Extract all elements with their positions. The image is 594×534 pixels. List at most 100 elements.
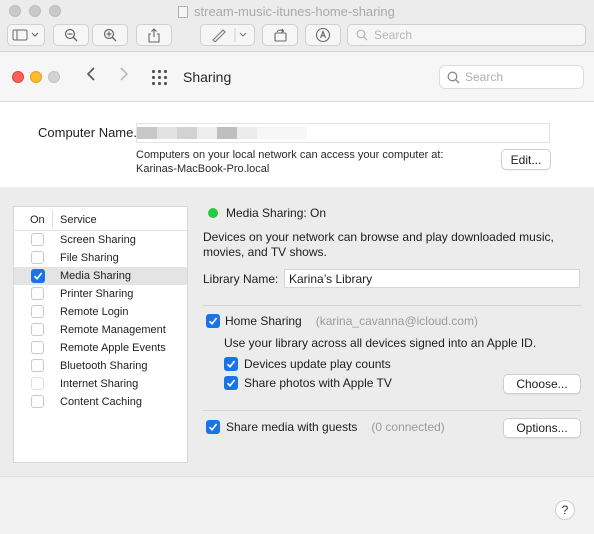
service-label: Bluetooth Sharing xyxy=(60,360,148,372)
share-photos-row: Share photos with Apple TV xyxy=(224,376,392,390)
annotate-button[interactable] xyxy=(305,24,341,46)
zoom-in-button[interactable] xyxy=(92,24,128,46)
service-row-internet-sharing[interactable]: Internet Sharing xyxy=(14,375,187,393)
redacted-text xyxy=(137,127,157,139)
options-button[interactable]: Options... xyxy=(503,418,581,438)
service-label: Internet Sharing xyxy=(60,378,139,390)
outer-title: stream-music-itunes-home-sharing xyxy=(178,4,395,19)
service-row-bluetooth-sharing[interactable]: Bluetooth Sharing xyxy=(14,357,187,375)
service-checkbox-checked[interactable] xyxy=(31,269,45,283)
search-icon xyxy=(356,29,368,41)
redacted-text xyxy=(217,127,237,139)
service-checkbox[interactable] xyxy=(31,287,44,300)
service-list: On Service Screen Sharing File Sharing M… xyxy=(13,206,188,463)
divider xyxy=(203,305,581,306)
outer-title-text: stream-music-itunes-home-sharing xyxy=(194,4,395,19)
computer-name-description-line1: Computers on your local network can acce… xyxy=(136,149,444,161)
annotate-icon xyxy=(315,27,331,43)
preferences-search-field[interactable]: Search xyxy=(439,65,584,89)
minimize-button[interactable] xyxy=(30,71,42,83)
share-guests-label: Share media with guests xyxy=(226,420,358,434)
checkmark-icon xyxy=(208,423,218,432)
close-button[interactable] xyxy=(12,71,24,83)
service-row-file-sharing[interactable]: File Sharing xyxy=(14,249,187,267)
service-row-remote-management[interactable]: Remote Management xyxy=(14,321,187,339)
column-header-on[interactable]: On xyxy=(30,214,45,226)
library-name-label: Library Name: xyxy=(203,272,279,286)
edit-computer-name-button[interactable]: Edit... xyxy=(501,149,551,170)
service-label: Remote Management xyxy=(60,324,166,336)
column-header-service[interactable]: Service xyxy=(60,214,97,226)
service-checkbox[interactable] xyxy=(31,305,44,318)
document-icon xyxy=(178,5,188,18)
devices-update-row: Devices update play counts xyxy=(224,357,391,371)
service-checkbox[interactable] xyxy=(31,323,44,336)
library-name-field[interactable]: Karina’s Library xyxy=(284,269,580,288)
home-sharing-label: Home Sharing xyxy=(225,314,302,328)
computer-name-field[interactable] xyxy=(136,123,550,143)
help-button[interactable]: ? xyxy=(555,500,575,520)
rotate-button[interactable] xyxy=(262,24,298,46)
service-row-screen-sharing[interactable]: Screen Sharing xyxy=(14,231,187,249)
share-icon xyxy=(148,27,160,43)
service-label: Remote Apple Events xyxy=(60,342,166,354)
back-button[interactable] xyxy=(86,66,96,86)
share-guests-checkbox[interactable] xyxy=(206,420,220,434)
service-label: Content Caching xyxy=(60,396,142,408)
redacted-text xyxy=(157,127,177,139)
devices-update-label: Devices update play counts xyxy=(244,357,391,371)
computer-name-label: Computer Name. xyxy=(38,125,137,140)
media-sharing-status: Media Sharing: On xyxy=(226,206,327,220)
zoom-out-icon xyxy=(64,28,78,42)
outer-close-dot[interactable] xyxy=(9,5,21,17)
markup-button[interactable] xyxy=(200,24,255,46)
service-row-remote-login[interactable]: Remote Login xyxy=(14,303,187,321)
share-photos-label: Share photos with Apple TV xyxy=(244,376,392,390)
choose-button[interactable]: Choose... xyxy=(503,374,581,394)
service-label: Screen Sharing xyxy=(60,234,136,246)
bottom-bar xyxy=(0,476,594,534)
service-row-content-caching[interactable]: Content Caching xyxy=(14,393,187,411)
computer-name-description: Computers on your local network can acce… xyxy=(136,148,444,176)
checkmark-icon xyxy=(226,360,236,369)
devices-update-checkbox[interactable] xyxy=(224,357,238,371)
checkmark-icon xyxy=(208,317,218,326)
redacted-text xyxy=(237,127,257,139)
service-checkbox[interactable] xyxy=(31,251,44,264)
redacted-text xyxy=(177,127,197,139)
home-sharing-checkbox[interactable] xyxy=(206,314,220,328)
guests-connected-count: (0 connected) xyxy=(371,420,445,434)
redacted-text xyxy=(197,127,217,139)
service-list-header: On Service xyxy=(14,207,187,231)
chevron-left-icon xyxy=(86,67,95,81)
sidebar-toggle-button[interactable] xyxy=(7,24,45,46)
service-checkbox[interactable] xyxy=(31,377,44,390)
zoom-out-button[interactable] xyxy=(53,24,89,46)
sidebar-icon xyxy=(12,29,39,41)
service-checkbox[interactable] xyxy=(31,233,44,246)
forward-button[interactable] xyxy=(119,66,129,86)
window-title: Sharing xyxy=(183,69,232,85)
share-button[interactable] xyxy=(136,24,172,46)
service-label: File Sharing xyxy=(60,252,119,264)
media-sharing-description: Devices on your network can browse and p… xyxy=(203,230,554,259)
outer-zoom-dot[interactable] xyxy=(49,5,61,17)
service-row-remote-apple-events[interactable]: Remote Apple Events xyxy=(14,339,187,357)
service-row-printer-sharing[interactable]: Printer Sharing xyxy=(14,285,187,303)
show-all-grid-icon[interactable] xyxy=(152,70,167,85)
redacted-text xyxy=(257,127,307,139)
divider xyxy=(203,410,581,411)
preferences-search-placeholder: Search xyxy=(465,70,504,84)
service-checkbox[interactable] xyxy=(31,341,44,354)
status-indicator-dot xyxy=(208,208,218,218)
service-row-media-sharing[interactable]: Media Sharing xyxy=(14,267,187,285)
outer-search-field[interactable]: Search xyxy=(347,24,586,46)
service-checkbox[interactable] xyxy=(31,359,44,372)
share-guests-row: Share media with guests (0 connected) xyxy=(206,420,445,434)
share-photos-checkbox[interactable] xyxy=(224,376,238,390)
markup-pen-icon xyxy=(212,28,247,42)
zoom-button[interactable] xyxy=(48,71,60,83)
service-checkbox[interactable] xyxy=(31,395,44,408)
outer-toolbar: stream-music-itunes-home-sharing Search xyxy=(0,0,594,52)
outer-minimize-dot[interactable] xyxy=(29,5,41,17)
